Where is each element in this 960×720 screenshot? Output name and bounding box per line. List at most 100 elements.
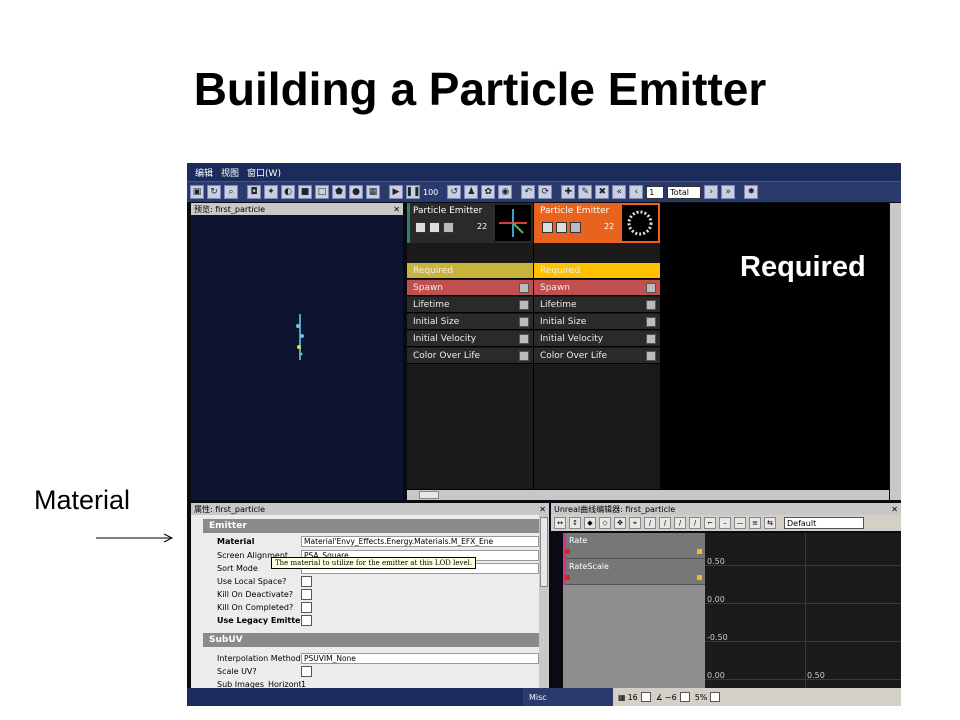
module-enable-checkbox[interactable]: [519, 299, 529, 310]
emitter-column-1[interactable]: Particle Emitter 22 Required Spawn Lifet…: [407, 203, 533, 489]
property-material[interactable]: Material Material'Envy_Effects.Energy.Ma…: [203, 535, 539, 548]
curve-visibility-toggle[interactable]: [565, 575, 570, 580]
emitter-enable-checkbox[interactable]: [542, 222, 553, 233]
sphere-icon[interactable]: ●: [349, 185, 363, 199]
last-lod-icon[interactable]: »: [721, 185, 736, 199]
fit-selected-icon[interactable]: ◇: [599, 517, 611, 529]
module-initial-size[interactable]: Initial Size: [407, 314, 533, 330]
curve-tab-select[interactable]: Default: [784, 517, 864, 529]
user-tangent-icon[interactable]: /: [659, 517, 671, 529]
grid-icon[interactable]: ▦: [366, 185, 380, 199]
module-initial-size[interactable]: Initial Size: [534, 314, 660, 330]
properties-scrollbar[interactable]: [539, 515, 549, 706]
module-enable-checkbox[interactable]: [519, 316, 529, 327]
emitter-solo-checkbox[interactable]: [570, 222, 581, 233]
use-local-space-checkbox[interactable]: [301, 576, 312, 587]
module-lifetime[interactable]: Lifetime: [407, 297, 533, 313]
lod-add-icon[interactable]: ✚: [561, 185, 576, 199]
use-legacy-emitter-time-checkbox[interactable]: [301, 615, 312, 626]
kill-on-completed-checkbox[interactable]: [301, 602, 312, 613]
emitter-solo-checkbox[interactable]: [443, 222, 454, 233]
module-enable-checkbox[interactable]: [519, 350, 529, 361]
refresh-icon[interactable]: ⟳: [538, 185, 553, 199]
close-icon[interactable]: ✕: [539, 505, 546, 514]
material-field[interactable]: Material'Envy_Effects.Energy.Materials.M…: [301, 536, 539, 547]
auto-tangent-icon[interactable]: /: [644, 517, 656, 529]
module-enable-checkbox[interactable]: [646, 299, 656, 310]
menu-view[interactable]: 视图: [221, 166, 239, 179]
menu-window[interactable]: 窗口(W): [247, 166, 281, 179]
curve-item-rate[interactable]: Rate: [563, 533, 705, 559]
fit-horizontal-icon[interactable]: ↔: [554, 517, 566, 529]
curve-select-toggle[interactable]: [697, 549, 702, 554]
module-enable-checkbox[interactable]: [646, 282, 656, 293]
shield-icon[interactable]: ⬟: [332, 185, 346, 199]
menu-edit[interactable]: 编辑: [195, 166, 213, 179]
interpolation-method-select[interactable]: PSUVIM_None: [301, 653, 539, 664]
lod-index-input[interactable]: 1: [646, 185, 665, 199]
module-required[interactable]: Required: [407, 263, 533, 279]
cube-icon[interactable]: ■: [298, 185, 312, 199]
module-enable-checkbox[interactable]: [646, 316, 656, 327]
prev-lod-icon[interactable]: ‹: [629, 185, 644, 199]
lod-total-select[interactable]: Total: [667, 185, 702, 199]
angle-checkbox[interactable]: [679, 692, 690, 702]
property-kill-on-deactivate[interactable]: Kill On Deactivate?: [203, 588, 539, 601]
module-spawn[interactable]: Spawn: [534, 280, 660, 296]
linear-tangent-icon[interactable]: /: [689, 517, 701, 529]
close-icon[interactable]: ✕: [891, 505, 898, 514]
lod-remove-icon[interactable]: ✖: [595, 185, 610, 199]
module-enable-checkbox[interactable]: [646, 350, 656, 361]
flatten-icon[interactable]: –: [719, 517, 731, 529]
property-interpolation-method[interactable]: Interpolation Method PSUVIM_None: [203, 652, 539, 665]
category-subuv[interactable]: SubUV: [203, 633, 539, 647]
camera-icon[interactable]: ◘: [247, 185, 261, 199]
restart-icon[interactable]: ↻: [207, 185, 221, 199]
pan-icon[interactable]: ✥: [614, 517, 626, 529]
curve-visibility-toggle[interactable]: [565, 549, 570, 554]
emitter-header[interactable]: Particle Emitter 22: [534, 203, 660, 243]
module-initial-velocity[interactable]: Initial Velocity: [407, 331, 533, 347]
emitter-render-checkbox[interactable]: [556, 222, 567, 233]
zoom-icon[interactable]: ⌖: [629, 517, 641, 529]
property-scale-uv[interactable]: Scale UV?: [203, 665, 539, 678]
module-lifetime[interactable]: Lifetime: [534, 297, 660, 313]
category-emitter[interactable]: Emitter: [203, 519, 539, 533]
status-scale[interactable]: 5%: [695, 692, 721, 702]
scale-uv-checkbox[interactable]: [301, 666, 312, 677]
emitter-header[interactable]: Particle Emitter 22: [407, 203, 533, 243]
kill-on-deactivate-checkbox[interactable]: [301, 589, 312, 600]
property-use-legacy-emitter-time[interactable]: Use Legacy Emitter Tin: [203, 614, 539, 627]
curve-item-ratescale[interactable]: RateScale: [563, 559, 705, 585]
break-tangent-icon[interactable]: /: [674, 517, 686, 529]
background-icon[interactable]: ◉: [498, 185, 513, 199]
module-color-over-life[interactable]: Color Over Life: [407, 348, 533, 364]
play-icon[interactable]: ▶: [389, 185, 403, 199]
next-lod-icon[interactable]: ›: [704, 185, 719, 199]
emitter-horizontal-scrollbar[interactable]: [407, 490, 889, 500]
loop-icon[interactable]: ↺: [447, 185, 462, 199]
box-icon[interactable]: □: [315, 185, 329, 199]
rotate-icon[interactable]: ◐: [281, 185, 295, 199]
preview-viewport[interactable]: Y: [191, 215, 403, 533]
axis-icon[interactable]: ✦: [264, 185, 278, 199]
module-required[interactable]: Required: [534, 263, 660, 279]
curve-graph[interactable]: 0.50 0.00 -0.50 0.00 0.50: [705, 533, 901, 696]
create-tab-icon[interactable]: ⇆: [764, 517, 776, 529]
module-enable-checkbox[interactable]: [519, 333, 529, 344]
fit-vertical-icon[interactable]: ↕: [569, 517, 581, 529]
fit-all-icon[interactable]: ◆: [584, 517, 596, 529]
save-icon[interactable]: ▣: [190, 185, 204, 199]
close-icon[interactable]: ✕: [393, 205, 400, 214]
property-kill-on-completed[interactable]: Kill On Completed?: [203, 601, 539, 614]
property-use-local-space[interactable]: Use Local Space?: [203, 575, 539, 588]
module-color-over-life[interactable]: Color Over Life: [534, 348, 660, 364]
lod-edit-icon[interactable]: ✎: [578, 185, 593, 199]
straighten-icon[interactable]: —: [734, 517, 746, 529]
emitter-vertical-scrollbar[interactable]: [890, 203, 901, 500]
color-icon[interactable]: ✿: [481, 185, 496, 199]
scale-checkbox[interactable]: [710, 692, 721, 702]
first-lod-icon[interactable]: «: [612, 185, 627, 199]
emitter-column-2[interactable]: Particle Emitter 22 Required Spawn Lifet…: [534, 203, 660, 489]
constant-tangent-icon[interactable]: ⌐: [704, 517, 716, 529]
